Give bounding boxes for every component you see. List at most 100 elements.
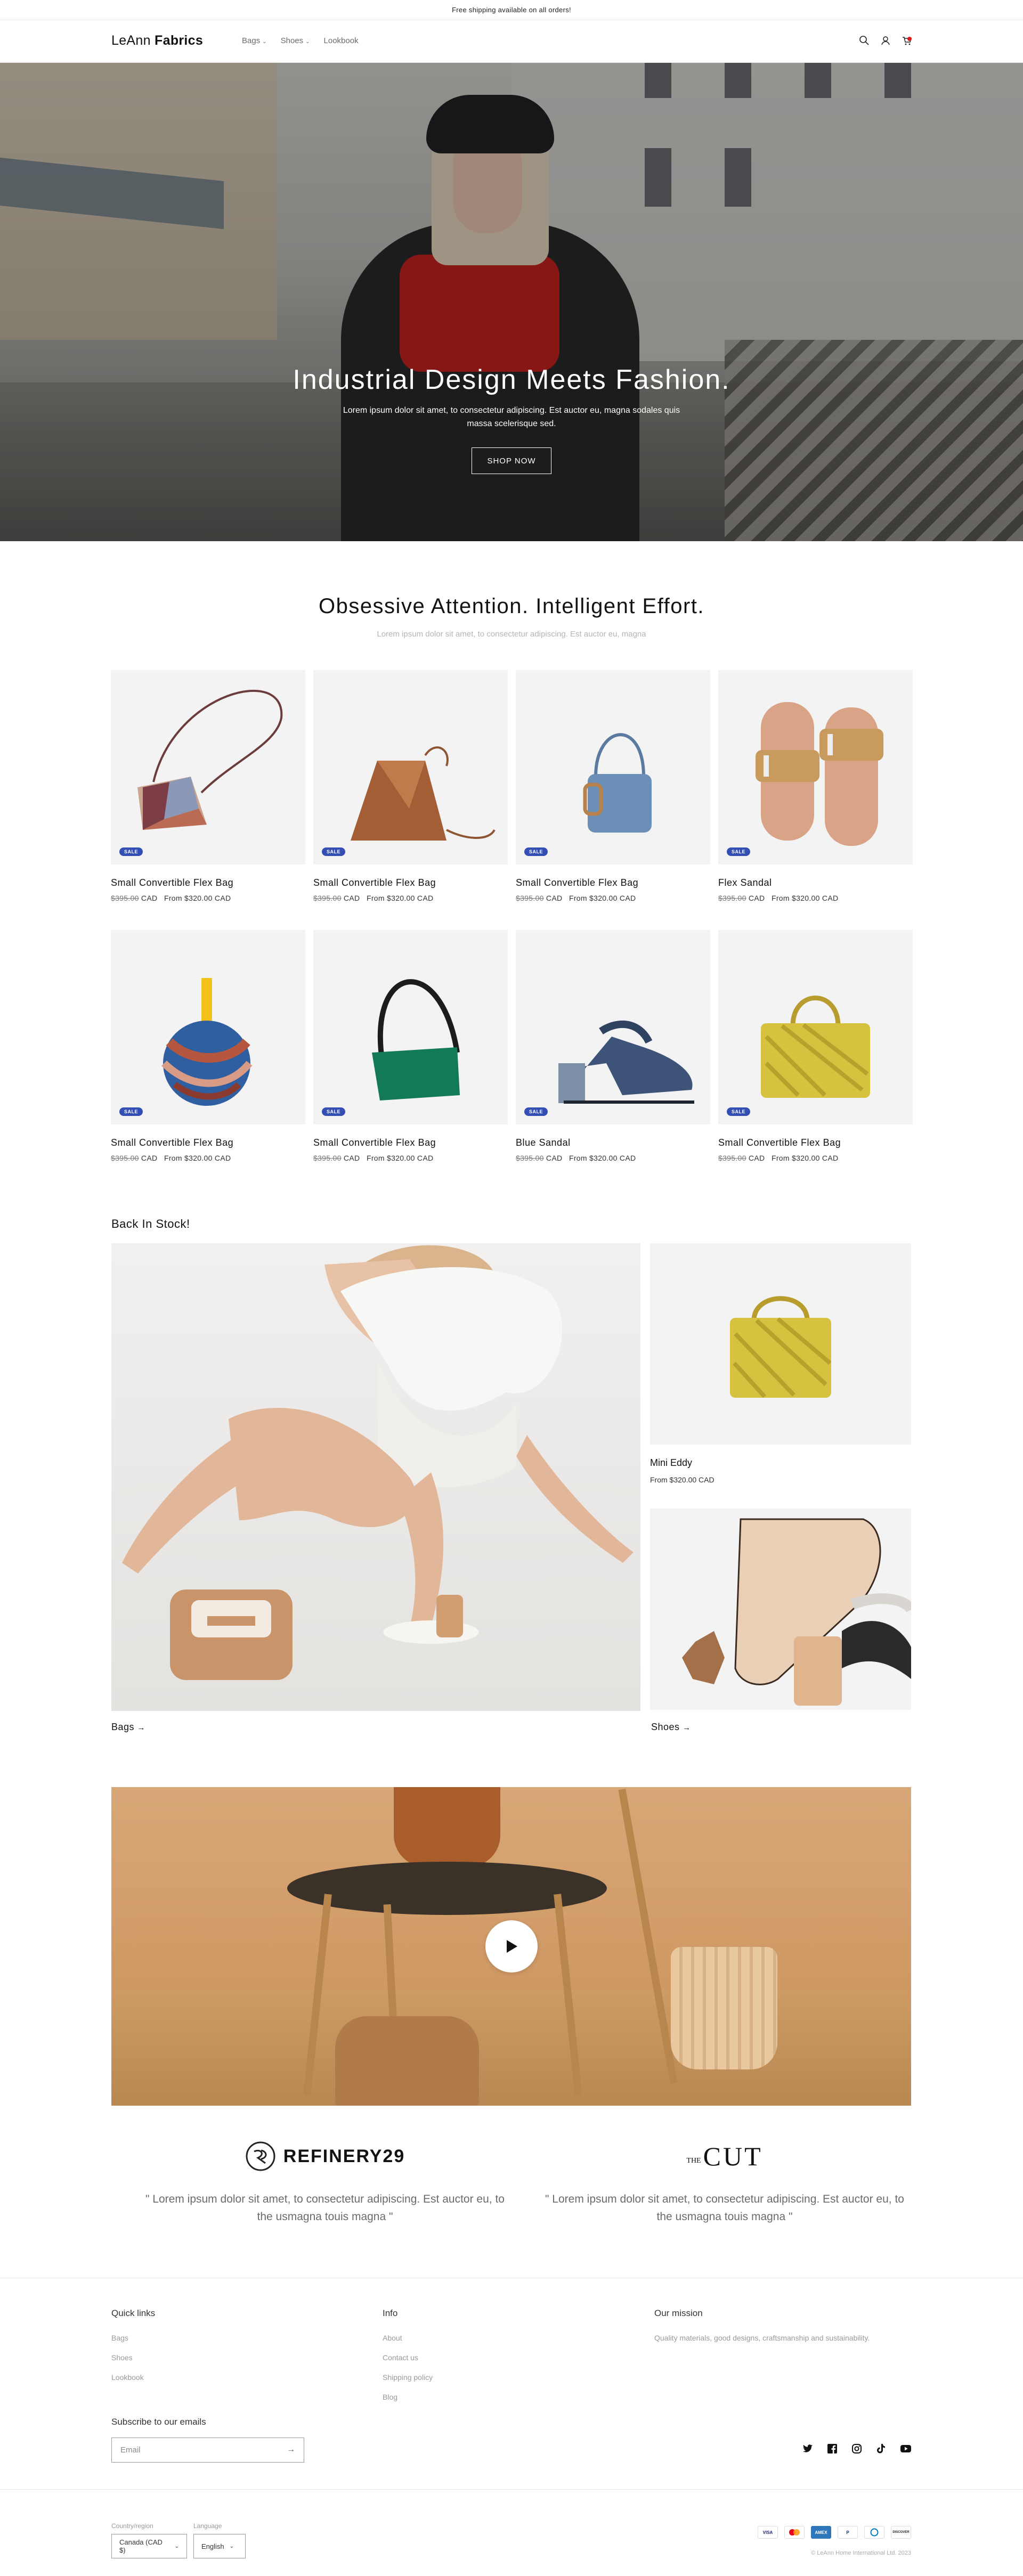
language-selector[interactable]: English ⌄: [193, 2534, 246, 2558]
announcement-bar: Free shipping available on all orders!: [0, 0, 1023, 20]
chevron-down-icon: ⌄: [305, 39, 310, 45]
compare-currency: CAD: [546, 894, 563, 902]
product-card[interactable]: SALE Small Convertible Flex Bag $395.00 …: [111, 670, 305, 902]
play-button[interactable]: [485, 1920, 538, 1972]
video-floor: [111, 1990, 911, 2106]
nav-item-shoes[interactable]: Shoes ⌄: [281, 36, 310, 45]
instagram-icon[interactable]: [851, 2443, 862, 2454]
compare-price: $395.00: [111, 894, 139, 902]
email-field[interactable]: Email →: [111, 2438, 304, 2463]
social-links: [802, 2443, 911, 2454]
footer-link[interactable]: About: [383, 2334, 433, 2342]
the-cut-logo: THE CUT: [538, 2140, 911, 2172]
product-image[interactable]: SALE: [516, 930, 710, 1124]
product-card[interactable]: SALE Small Convertible Flex Bag $395.00 …: [516, 670, 710, 902]
press-logo-text: REFINERY29: [283, 2146, 405, 2166]
footer-link[interactable]: Lookbook: [111, 2373, 155, 2382]
site-header: LeAnn Fabrics Bags ⌄ Shoes ⌄ Lookbook: [0, 20, 1023, 63]
footer-divider: [0, 2489, 1023, 2490]
play-icon: [507, 1940, 517, 1953]
country-selector[interactable]: Canada (CAD $) ⌄: [111, 2534, 187, 2558]
email-placeholder: Email: [120, 2445, 141, 2455]
footer-link[interactable]: Shipping policy: [383, 2373, 433, 2382]
footer-link[interactable]: Shoes: [111, 2353, 155, 2362]
arrow-right-icon[interactable]: →: [287, 2445, 295, 2455]
nav-label: Lookbook: [323, 36, 359, 45]
nav-label: Bags: [242, 36, 261, 45]
paypal-icon: P: [838, 2526, 858, 2539]
nav-item-bags[interactable]: Bags ⌄: [242, 36, 267, 45]
facebook-icon[interactable]: [827, 2443, 838, 2454]
product-card[interactable]: SALE Small Convertible Flex Bag $395.00 …: [313, 930, 508, 1162]
sale-badge: SALE: [119, 1107, 143, 1116]
product-name[interactable]: Small Convertible Flex Bag: [313, 877, 508, 888]
bag-illustration: [372, 979, 460, 1100]
footer-link[interactable]: Bags: [111, 2334, 155, 2342]
bag-illustration: [583, 733, 652, 833]
featured-product-image[interactable]: [650, 1243, 911, 1445]
product-name[interactable]: Small Convertible Flex Bag: [516, 877, 710, 888]
video-pleated-bag: [671, 1947, 777, 2069]
product-card[interactable]: SALE Flex Sandal $395.00 CAD From $320.0…: [718, 670, 913, 902]
product-card[interactable]: SALE Small Convertible Flex Bag $395.00 …: [313, 670, 508, 902]
link-label: Bags: [111, 1722, 135, 1732]
nav-item-lookbook[interactable]: Lookbook: [324, 36, 359, 45]
product-price: $395.00 CAD From $320.00 CAD: [313, 1154, 508, 1162]
product-card[interactable]: SALE Small Convertible Flex Bag $395.00 …: [111, 930, 305, 1162]
arrow-right-icon: →: [683, 1723, 691, 1732]
compare-price: $395.00: [718, 1154, 746, 1162]
featured-product-name[interactable]: Mini Eddy: [650, 1457, 692, 1469]
video-section[interactable]: [111, 1787, 911, 2106]
compare-currency: CAD: [141, 1154, 158, 1162]
product-image[interactable]: SALE: [111, 930, 305, 1124]
product-price: $395.00 CAD From $320.00 CAD: [718, 894, 913, 902]
shoes-collection-image[interactable]: [650, 1509, 911, 1710]
back-in-stock-title: Back In Stock!: [111, 1217, 190, 1230]
collection-title: Obsessive Attention. Intelligent Effort.: [318, 594, 705, 618]
product-image[interactable]: SALE: [313, 670, 508, 865]
product-name[interactable]: Blue Sandal: [516, 1137, 710, 1148]
nav-label: Shoes: [280, 36, 304, 45]
product-card[interactable]: SALE Blue Sandal $395.00 CAD From $320.0…: [516, 930, 710, 1162]
site-footer: Quick links Bags Shoes Lookbook Info Abo…: [0, 2278, 1023, 2576]
video-vase: [394, 1787, 500, 1867]
press-logo-small: THE: [686, 2157, 701, 2165]
account-icon[interactable]: [880, 35, 891, 46]
product-price: $395.00 CAD From $320.00 CAD: [111, 1154, 305, 1162]
bags-collection-link[interactable]: Bags →: [111, 1722, 145, 1733]
tiktok-icon[interactable]: [876, 2443, 887, 2454]
sandal-illustration: [558, 1021, 694, 1104]
product-name[interactable]: Small Convertible Flex Bag: [111, 1137, 305, 1148]
youtube-icon[interactable]: [900, 2443, 911, 2454]
search-icon[interactable]: [859, 35, 870, 46]
product-image[interactable]: SALE: [718, 930, 913, 1124]
cart-icon[interactable]: [902, 35, 912, 46]
brand-logo[interactable]: LeAnn Fabrics: [111, 33, 203, 48]
discover-icon: DISCOVER: [891, 2526, 911, 2539]
compare-currency: CAD: [748, 1154, 765, 1162]
shop-now-button[interactable]: SHOP NOW: [472, 447, 551, 474]
product-image[interactable]: SALE: [111, 670, 305, 865]
bag-illustration: [730, 1296, 832, 1398]
product-card[interactable]: SALE Small Convertible Flex Bag $395.00 …: [718, 930, 913, 1162]
sale-price: From $320.00 CAD: [569, 894, 636, 902]
footer-heading: Info: [383, 2308, 398, 2318]
footer-link[interactable]: Blog: [383, 2393, 433, 2401]
press-logo-text: CUT: [703, 2141, 763, 2171]
featured-product-price: From $320.00 CAD: [650, 1476, 715, 1484]
product-name[interactable]: Small Convertible Flex Bag: [718, 1137, 913, 1148]
bags-collection-image[interactable]: [111, 1243, 640, 1711]
compare-currency: CAD: [141, 894, 158, 902]
shoes-collection-link[interactable]: Shoes →: [651, 1722, 691, 1733]
footer-mission: Our mission Quality materials, good desi…: [654, 2308, 870, 2353]
compare-price: $395.00: [313, 1154, 342, 1162]
product-image[interactable]: SALE: [516, 670, 710, 865]
product-name[interactable]: Small Convertible Flex Bag: [313, 1137, 508, 1148]
product-image[interactable]: SALE: [313, 930, 508, 1124]
brand-name-bold: Fabrics: [155, 33, 204, 48]
twitter-icon[interactable]: [802, 2443, 813, 2454]
product-image[interactable]: SALE: [718, 670, 913, 865]
footer-link[interactable]: Contact us: [383, 2353, 433, 2362]
product-name[interactable]: Flex Sandal: [718, 877, 913, 888]
product-name[interactable]: Small Convertible Flex Bag: [111, 877, 305, 888]
